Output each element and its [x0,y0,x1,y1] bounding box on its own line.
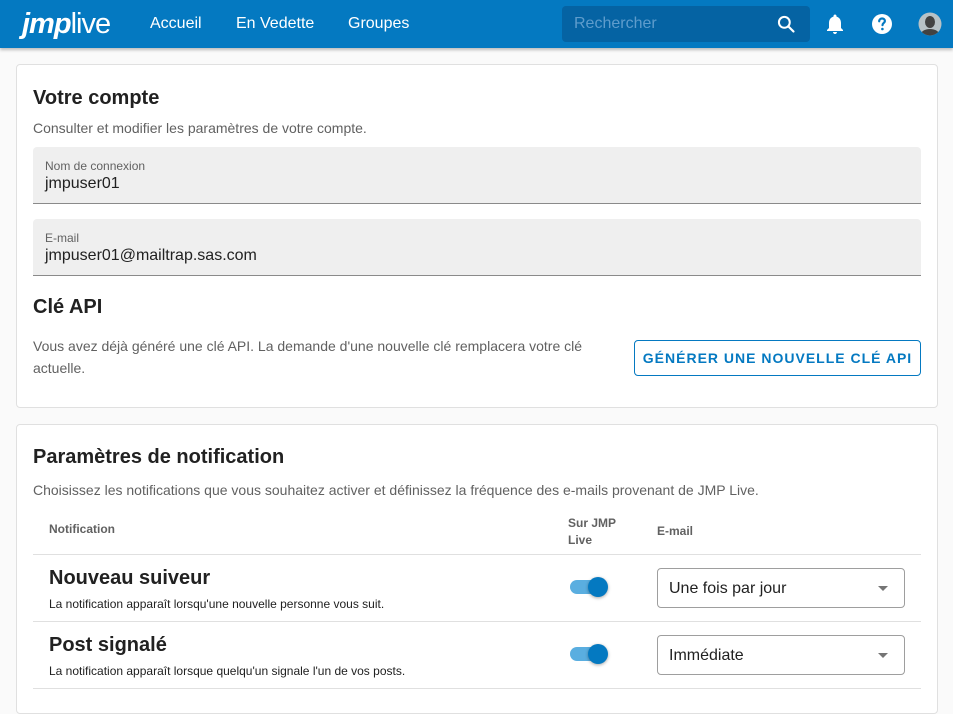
email-frequency-select[interactable]: Une fois par jour [657,568,905,608]
generate-api-key-button[interactable]: GÉNÉRER UNE NOUVELLE CLÉ API [634,340,921,376]
notification-row-description: La notification apparaît lorsque quelqu'… [49,664,406,678]
nav-groupes[interactable]: Groupes [348,14,409,34]
email-frequency-value: Immédiate [669,647,744,664]
dropdown-arrow-icon [878,586,888,591]
email-frequency-select[interactable]: Immédiate [657,635,905,675]
nav-accueil[interactable]: Accueil [150,14,202,34]
column-header-on-site-line2: Live [568,533,593,547]
notification-settings-title: Paramètres de notification [33,446,285,468]
avatar-icon[interactable] [918,12,942,36]
notification-row-title: Nouveau suiveur [49,567,211,589]
column-header-email: E-mail [657,524,694,538]
notification-settings-card: Paramètres de notification Choisissez le… [16,424,938,714]
api-key-title: Clé API [33,296,103,318]
top-app-bar: jmplive Accueil En Vedette Groupes [0,0,953,48]
on-site-toggle[interactable] [570,642,610,666]
account-title: Votre compte [33,87,160,109]
logo-jmp-text: jmp [22,8,72,40]
email-frequency-value: Une fois par jour [669,580,787,597]
username-value: jmpuser01 [45,175,120,192]
email-value: jmpuser01@mailtrap.sas.com [45,247,257,264]
logo-live-text: live [70,8,112,40]
column-header-notification: Notification [49,522,115,536]
username-field[interactable]: Nom de connexion jmpuser01 [33,147,921,204]
nav-en-vedette[interactable]: En Vedette [236,14,314,34]
email-label: E-mail [45,231,80,245]
search-icon[interactable] [776,14,796,34]
toggle-thumb [588,577,608,597]
api-key-description-line2: actuelle. [33,360,86,376]
help-icon[interactable] [870,12,894,36]
account-card: Votre compte Consulter et modifier les p… [16,64,938,408]
jmp-live-logo[interactable]: jmplive [22,8,112,40]
email-field[interactable]: E-mail jmpuser01@mailtrap.sas.com [33,219,921,276]
dropdown-arrow-icon [878,653,888,658]
table-divider [33,621,921,622]
notification-row-description: La notification apparaît lorsqu'une nouv… [49,597,385,611]
api-key-description-line1: Vous avez déjà généré une clé API. La de… [33,338,583,354]
notification-settings-subtitle: Choisissez les notifications que vous so… [33,482,759,498]
on-site-toggle[interactable] [570,575,610,599]
username-label: Nom de connexion [45,159,146,173]
table-divider [33,688,921,689]
search-box [562,6,810,42]
table-divider [33,554,921,555]
toggle-thumb [588,644,608,664]
notification-row-title: Post signalé [49,634,167,656]
search-input[interactable] [574,14,764,34]
bell-icon[interactable] [823,12,847,36]
account-subtitle: Consulter et modifier les paramètres de … [33,120,367,136]
